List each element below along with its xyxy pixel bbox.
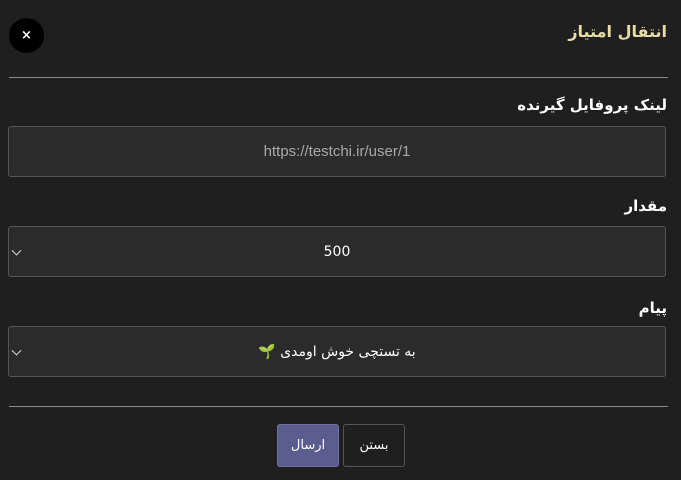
chevron-down-icon bbox=[11, 345, 22, 356]
amount-value: 500 bbox=[323, 243, 351, 260]
transfer-points-modal: انتقال امتیاز × لینک پروفایل گیرنده http… bbox=[0, 0, 681, 480]
amount-label: مقدار bbox=[624, 197, 667, 215]
message-label: پیام bbox=[638, 299, 667, 317]
modal-header: انتقال امتیاز × bbox=[0, 0, 681, 76]
receiver-link-label: لینک پروفایل گیرنده bbox=[517, 96, 667, 114]
close-button[interactable]: بستن bbox=[343, 424, 405, 467]
message-select[interactable]: به تستچی خوش اومدی 🌱 bbox=[8, 326, 666, 377]
footer-divider bbox=[9, 406, 668, 407]
close-icon[interactable]: × bbox=[9, 18, 44, 53]
amount-select[interactable]: 500 bbox=[8, 226, 666, 277]
chevron-down-icon bbox=[11, 245, 22, 256]
close-glyph: × bbox=[21, 28, 32, 43]
header-divider bbox=[9, 77, 668, 78]
receiver-link-input[interactable]: https://testchi.ir/user/1 bbox=[8, 126, 666, 177]
send-button[interactable]: ارسال bbox=[277, 424, 339, 467]
message-value: به تستچی خوش اومدی 🌱 bbox=[258, 343, 416, 360]
modal-title: انتقال امتیاز bbox=[568, 22, 667, 41]
